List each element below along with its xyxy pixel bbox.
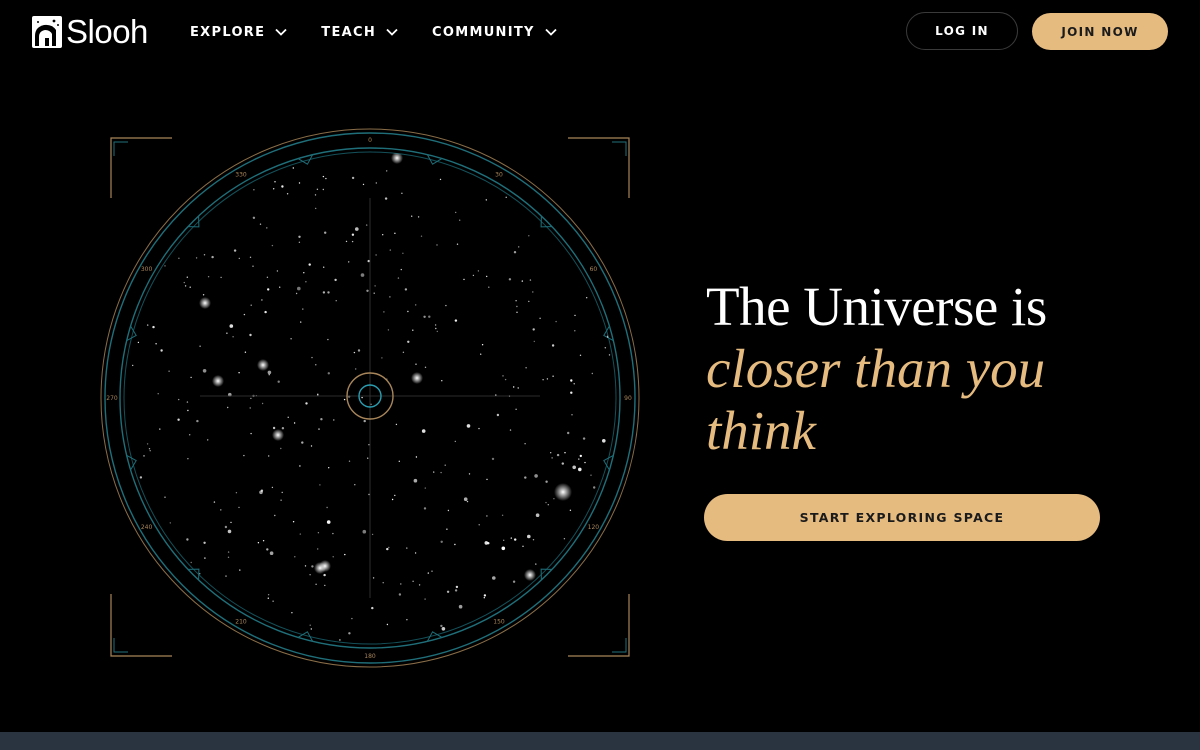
star-chart: 0 30 60 90 120 150 180 210 240 270 300 330 xyxy=(100,128,640,668)
page: Slooh EXPLORE TEACH COMMUNITY LOG IN JOI… xyxy=(0,0,1200,750)
hero-title-line1: The Universe is xyxy=(706,276,1047,337)
nav-item-community[interactable]: COMMUNITY xyxy=(432,20,557,44)
degree-label: 180 xyxy=(364,653,376,660)
degree-label: 270 xyxy=(106,395,118,402)
degree-label: 60 xyxy=(590,266,598,273)
chevron-down-icon xyxy=(545,28,557,36)
slooh-logo[interactable]: Slooh xyxy=(32,15,148,49)
login-button[interactable]: LOG IN xyxy=(906,12,1018,50)
degree-label: 30 xyxy=(495,172,503,179)
next-section-strip xyxy=(0,732,1200,750)
brand-name: Slooh xyxy=(66,13,148,50)
degree-label: 90 xyxy=(624,395,632,402)
degree-label: 0 xyxy=(368,137,372,144)
chevron-down-icon xyxy=(275,28,287,36)
degree-label: 120 xyxy=(588,524,600,531)
hero-title-accent-line3: think xyxy=(706,400,816,461)
telescope-dome-logo-icon xyxy=(32,16,62,48)
degree-label: 300 xyxy=(141,266,153,273)
site-header: Slooh EXPLORE TEACH COMMUNITY LOG IN JOI… xyxy=(0,0,1200,64)
degree-label: 330 xyxy=(235,172,247,179)
chevron-down-icon xyxy=(386,28,398,36)
nav-item-teach[interactable]: TEACH xyxy=(321,20,398,44)
nav-item-label: EXPLORE xyxy=(190,24,266,40)
nav-item-label: TEACH xyxy=(321,24,377,40)
degree-label: 240 xyxy=(141,524,153,531)
start-exploring-button[interactable]: START EXPLORING SPACE xyxy=(704,494,1100,541)
join-now-button[interactable]: JOIN NOW xyxy=(1032,13,1168,50)
hero-title-accent-line2: closer than you xyxy=(706,338,1046,399)
hero-title: The Universe is closer than you think xyxy=(706,276,1126,462)
star-chart-graphic: 0 30 60 90 120 150 180 210 240 270 300 330 xyxy=(100,128,640,668)
nav-item-explore[interactable]: EXPLORE xyxy=(190,20,287,44)
nav-item-label: COMMUNITY xyxy=(432,24,535,40)
degree-label: 150 xyxy=(493,618,505,625)
main-nav: EXPLORE TEACH COMMUNITY xyxy=(190,20,591,44)
degree-label: 210 xyxy=(235,618,247,625)
